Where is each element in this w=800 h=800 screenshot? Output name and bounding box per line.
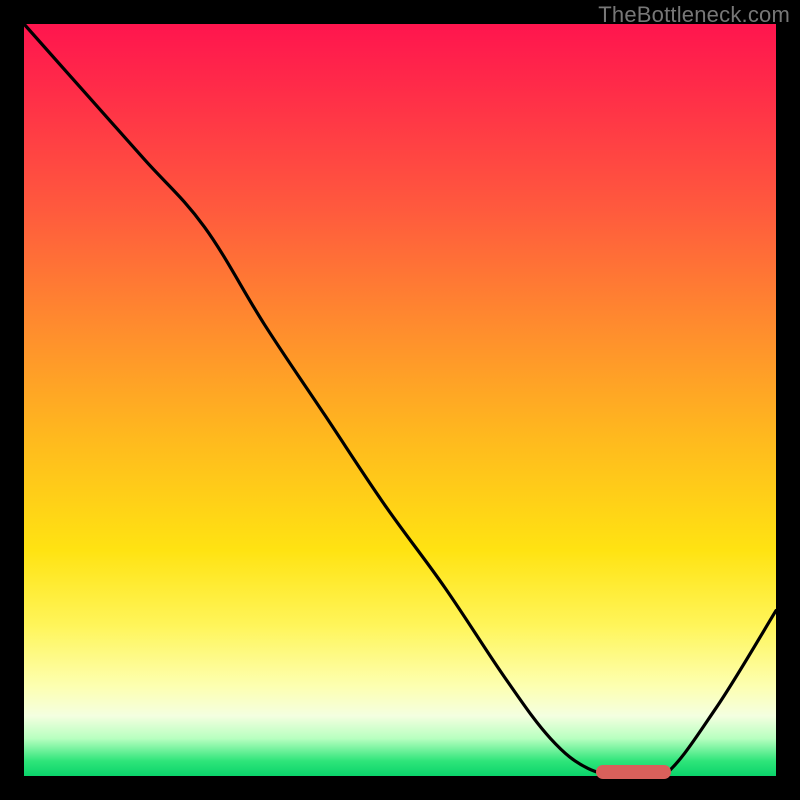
bottleneck-curve	[24, 24, 776, 776]
optimal-range-marker	[596, 765, 671, 779]
chart-frame: TheBottleneck.com	[0, 0, 800, 800]
plot-area	[24, 24, 776, 776]
